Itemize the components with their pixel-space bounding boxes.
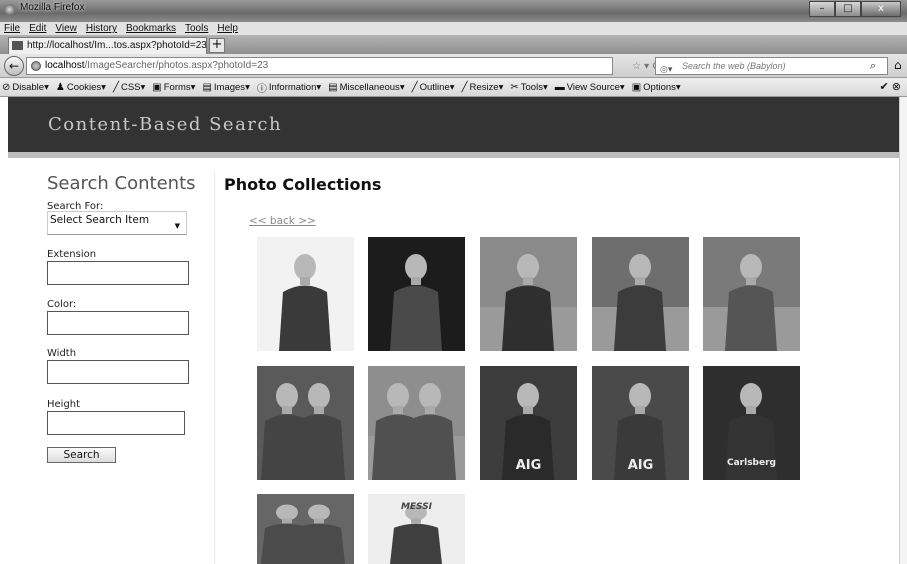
title-bar: Mozilla Firefox – □ x [0, 0, 907, 22]
tab-bar: http://localhost/Im...tos.aspx?photoId=2… [0, 35, 907, 54]
photo-thumbnail[interactable] [592, 237, 689, 351]
close-button[interactable]: x [861, 1, 901, 17]
dev-forms[interactable]: ▣ Forms ▾ [152, 82, 195, 93]
search-input[interactable]: ◎▾ Search the web (Babylon) [655, 57, 888, 75]
photo-shirt-text: AIG [515, 458, 542, 473]
miscellaneous-icon: ▤ [328, 81, 338, 93]
dev-resize[interactable]: ╱ Resize ▾ [462, 82, 504, 93]
photo-thumbnail[interactable] [480, 237, 577, 351]
photo-thumbnail[interactable] [368, 237, 465, 351]
disable-icon: ⊘ [2, 81, 11, 93]
home-icon[interactable]: ⌂ [894, 58, 902, 72]
menu-bar: File Edit View History Bookmarks Tools H… [0, 22, 907, 35]
url-host: localhost [45, 60, 85, 71]
page-title: Photo Collections [224, 175, 382, 194]
chevron-down-icon: ▼ [174, 222, 180, 230]
maximize-button[interactable]: □ [835, 1, 861, 17]
dev-tools[interactable]: ✂ Tools ▾ [510, 82, 547, 93]
site-header: Content-Based Search [8, 97, 899, 152]
dev-images[interactable]: ▤ Images ▾ [202, 82, 249, 93]
url-path: /ImageSearcher/photos.aspx?photoId=23 [84, 60, 269, 71]
photo-thumbnail[interactable] [703, 237, 800, 351]
dev-outline[interactable]: ╱ Outline ▾ [412, 82, 455, 93]
sidebar-title: Search Contents [47, 173, 196, 194]
search-icon[interactable]: ⌕ [870, 59, 876, 73]
menu-view[interactable]: View [55, 22, 77, 35]
extension-label: Extension [47, 249, 97, 260]
photo-shirt-text: MESSI [400, 502, 433, 512]
width-label: Width [47, 348, 77, 359]
dev-view-source[interactable]: ▬ View Source ▾ [555, 82, 625, 93]
menu-file[interactable]: File [4, 22, 20, 35]
extension-input[interactable] [47, 261, 189, 285]
web-developer-toolbar: ⊘ Disable ▾ ♟ Cookies ▾ ╱ CSS ▾ ▣ Forms ▾ ▤ Image… [0, 78, 907, 97]
height-input[interactable] [47, 411, 185, 435]
window-controls: – □ x [809, 1, 901, 17]
height-label: Height [47, 399, 81, 410]
search-item-select[interactable]: Select Search Item ▼ [47, 211, 187, 235]
search-engine-icon: ◎▾ [660, 64, 673, 74]
search-item-select-value: Select Search Item [50, 214, 150, 226]
minimize-button[interactable]: – [809, 1, 835, 17]
dev-miscellaneous[interactable]: ▤ Miscellaneous ▾ [328, 82, 404, 93]
tab-label: http://localhost/Im...tos.aspx?photoId=2… [27, 40, 207, 51]
page-favicon-icon [12, 41, 23, 50]
information-icon: ⓘ [256, 83, 267, 95]
options-icon: ▣ [631, 81, 642, 93]
outline-icon: ╱ [411, 81, 418, 93]
dev-css[interactable]: ╱ CSS ▾ [113, 82, 145, 93]
dev-options[interactable]: ▣ Options ▾ [632, 82, 681, 93]
photo-thumbnail[interactable]: AIG [592, 366, 689, 480]
color-label: Color: [47, 299, 77, 310]
photo-thumbnail[interactable]: MESSI [368, 494, 465, 564]
globe-icon [31, 61, 41, 71]
tab-photos[interactable]: http://localhost/Im...tos.aspx?photoId=2… [8, 37, 207, 54]
header-underline [8, 152, 899, 158]
firefox-icon [4, 4, 15, 15]
photo-thumbnail[interactable]: AIG [480, 366, 577, 480]
search-button[interactable]: Search [47, 447, 116, 463]
dev-cookies[interactable]: ♟ Cookies ▾ [56, 82, 106, 93]
resize-icon: ╱ [461, 81, 468, 93]
dev-disable[interactable]: ⊘ Disable ▾ [2, 82, 49, 93]
menu-history[interactable]: History [86, 22, 117, 35]
site-title: Content-Based Search [48, 114, 283, 135]
cookies-icon: ♟ [55, 81, 65, 93]
navigation-bar: ← localhost/ImageSearcher/photos.aspx?ph… [0, 54, 907, 78]
photo-thumbnail[interactable] [368, 366, 465, 480]
page-scrollbar[interactable] [899, 97, 907, 564]
address-bar[interactable]: localhost/ImageSearcher/photos.aspx?phot… [26, 57, 613, 75]
new-tab-button[interactable]: + [209, 38, 225, 53]
tools-icon: ✂ [510, 81, 519, 93]
menu-edit[interactable]: Edit [29, 22, 46, 35]
width-input[interactable] [47, 360, 189, 384]
view-source-icon: ▬ [554, 81, 565, 93]
validation-status-icon[interactable]: ✔ ⊗ [880, 80, 902, 93]
photo-thumbnail[interactable] [257, 366, 354, 480]
photo-shirt-text: Carlsberg [727, 458, 776, 468]
back-arrow-icon[interactable]: ← [4, 56, 24, 76]
back-link[interactable]: << back >> [249, 215, 316, 227]
images-icon: ▤ [202, 81, 212, 93]
photo-thumbnail[interactable] [257, 494, 354, 564]
photo-thumbnail[interactable] [257, 237, 354, 351]
photo-shirt-text: AIG [627, 458, 654, 473]
menu-tools[interactable]: Tools [185, 22, 208, 35]
css-icon: ╱ [112, 81, 119, 93]
menu-bookmarks[interactable]: Bookmarks [126, 22, 176, 35]
dev-information[interactable]: ⓘ Information ▾ [257, 80, 321, 95]
window-title: Mozilla Firefox [20, 2, 85, 13]
photo-thumbnail[interactable]: Carlsberg [703, 366, 800, 480]
forms-icon: ▣ [152, 81, 162, 93]
menu-help[interactable]: Help [217, 22, 238, 35]
search-placeholder: Search the web (Babylon) [682, 61, 786, 71]
browser-window: Mozilla Firefox – □ x File Edit View His… [0, 0, 907, 564]
color-input[interactable] [47, 311, 189, 335]
sidebar-divider [214, 171, 215, 564]
